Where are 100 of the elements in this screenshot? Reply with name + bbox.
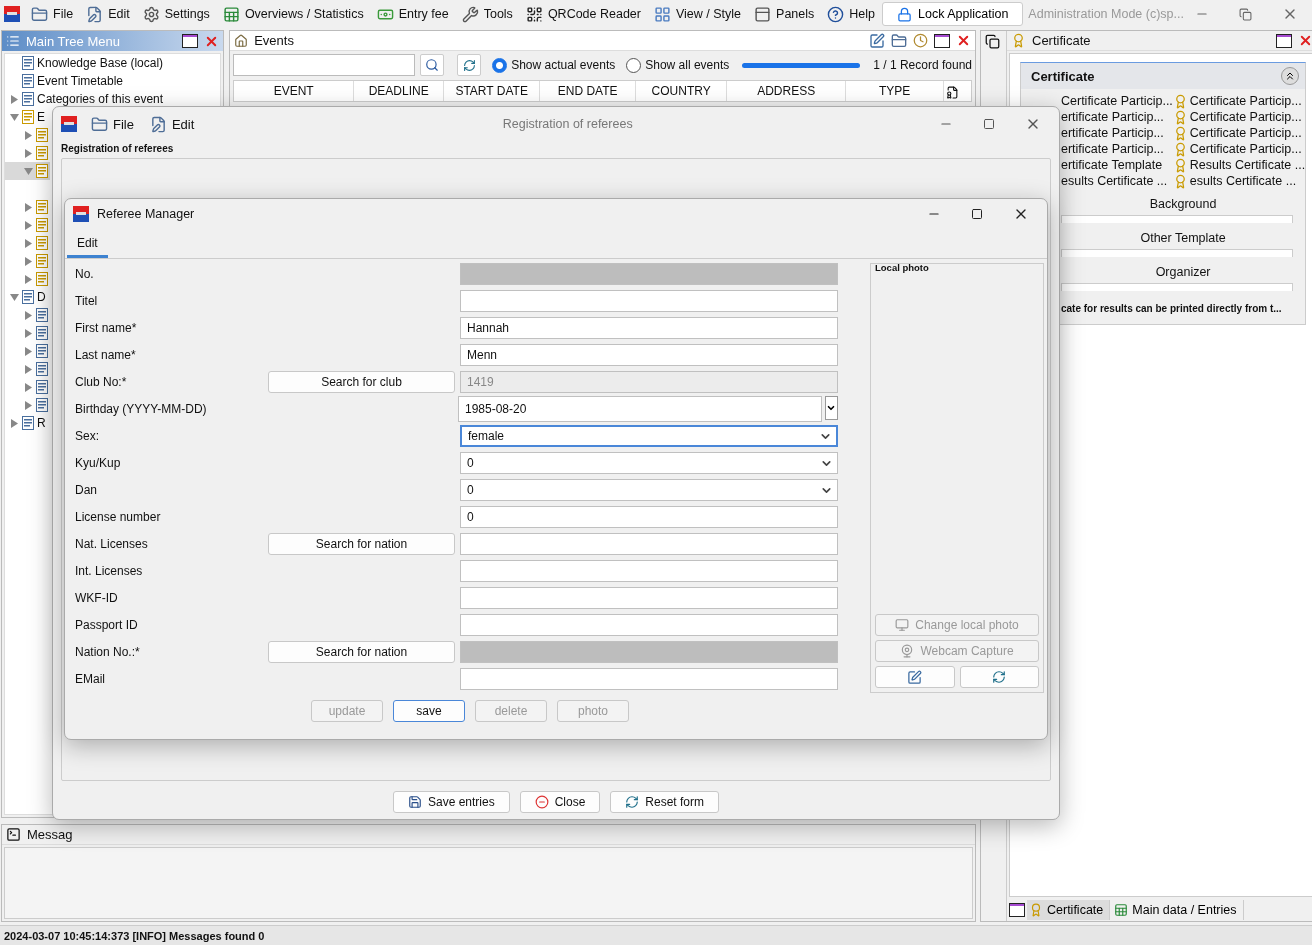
search-button[interactable]: Search for nation: [268, 641, 455, 663]
template-field[interactable]: [1061, 249, 1294, 257]
column-header[interactable]: ADDRESS: [727, 81, 847, 101]
menu-item[interactable]: File: [89, 115, 136, 133]
tree-item[interactable]: Categories of this event: [5, 90, 166, 108]
collapsed-arrow-icon[interactable]: [23, 346, 33, 356]
maximize-icon[interactable]: [1276, 33, 1293, 48]
select-field[interactable]: female: [460, 425, 838, 447]
template-item[interactable]: Certificate Particip...: [1061, 93, 1173, 109]
collapsed-arrow-icon[interactable]: [23, 382, 33, 392]
radio-icon[interactable]: [626, 57, 642, 73]
maximize-icon[interactable]: [1009, 903, 1025, 917]
expanded-arrow-icon[interactable]: [23, 166, 33, 176]
template-item[interactable]: ertificate Particip...: [1061, 109, 1173, 125]
column-header[interactable]: DEADLINE: [354, 81, 445, 101]
maximize-icon[interactable]: [934, 33, 950, 48]
maximize-icon[interactable]: [971, 208, 983, 220]
template-item[interactable]: esults Certificate ...: [1172, 173, 1306, 189]
collapsed-arrow-icon[interactable]: [23, 238, 33, 248]
radio-option[interactable]: Show actual events: [492, 57, 616, 73]
collapsed-arrow-icon[interactable]: [23, 310, 33, 320]
collapsed-arrow-icon[interactable]: [9, 418, 19, 428]
collapse-button[interactable]: [1281, 67, 1300, 85]
collapsed-arrow-icon[interactable]: [23, 274, 33, 284]
column-header[interactable]: COUNTRY: [636, 81, 728, 101]
menu-item[interactable]: Help: [825, 5, 877, 23]
tree-item[interactable]: [5, 162, 50, 180]
date-dropdown-button[interactable]: [824, 396, 838, 420]
select-field[interactable]: 0: [460, 452, 838, 474]
column-header[interactable]: EVENT: [234, 81, 355, 101]
edit-icon[interactable]: [869, 32, 885, 49]
search-button[interactable]: Search for nation: [268, 533, 455, 555]
collapsed-arrow-icon[interactable]: [23, 328, 33, 338]
collapsed-arrow-icon[interactable]: [23, 364, 33, 374]
collapsed-arrow-icon[interactable]: [23, 202, 33, 212]
search-button[interactable]: [420, 54, 445, 76]
text-field[interactable]: [460, 290, 838, 312]
folder-icon[interactable]: [891, 32, 907, 49]
text-field[interactable]: [460, 614, 838, 636]
menu-item[interactable]: Tools: [459, 5, 515, 23]
save-button[interactable]: save: [393, 700, 465, 722]
text-field[interactable]: 0: [460, 506, 838, 528]
text-field[interactable]: [460, 533, 838, 555]
search-field[interactable]: [233, 54, 416, 76]
tree-item[interactable]: E: [5, 108, 47, 126]
save-entries-button[interactable]: Save entries: [392, 791, 510, 813]
collapsed-arrow-icon[interactable]: [23, 148, 33, 158]
tree-item[interactable]: Knowledge Base (local): [5, 54, 166, 72]
tree-item[interactable]: Event Timetable: [5, 72, 126, 90]
select-field[interactable]: 0: [460, 479, 838, 501]
panel-tab[interactable]: Main data / Entries: [1112, 900, 1244, 920]
template-item[interactable]: ertificate Particip...: [1061, 125, 1173, 141]
close-button[interactable]: Close: [519, 791, 601, 813]
collapsed-arrow-icon[interactable]: [23, 256, 33, 266]
menu-item[interactable]: File: [29, 5, 76, 23]
collapsed-arrow-icon[interactable]: [23, 130, 33, 140]
text-field[interactable]: [460, 668, 838, 690]
expanded-arrow-icon[interactable]: [9, 112, 19, 122]
template-item[interactable]: Certificate Particip...: [1172, 141, 1306, 157]
menu-item[interactable]: QRCode Reader: [523, 5, 643, 23]
template-item[interactable]: esults Certificate ...: [1061, 173, 1173, 189]
column-header[interactable]: START DATE: [444, 81, 541, 101]
menu-item[interactable]: Settings: [140, 5, 212, 23]
edit-photo-button[interactable]: [875, 666, 955, 688]
date-field[interactable]: 1985-08-20: [458, 396, 822, 422]
text-field[interactable]: Menn: [460, 344, 838, 366]
expanded-arrow-icon[interactable]: [9, 292, 19, 302]
maximize-icon[interactable]: [182, 34, 199, 48]
refresh-button[interactable]: [457, 54, 482, 76]
text-field[interactable]: Hannah: [460, 317, 838, 339]
template-item[interactable]: Certificate Particip...: [1172, 93, 1306, 109]
radio-icon[interactable]: [492, 57, 508, 73]
template-item[interactable]: Certificate Particip...: [1172, 125, 1306, 141]
template-item[interactable]: Results Certificate ...: [1172, 157, 1306, 173]
refresh-button[interactable]: [959, 666, 1039, 688]
panel-tab[interactable]: Certificate: [1027, 900, 1111, 920]
column-header[interactable]: TYPE: [846, 81, 945, 101]
column-menu-icon[interactable]: [946, 86, 960, 99]
tree-item[interactable]: R: [5, 414, 48, 432]
menu-item[interactable]: Edit: [84, 5, 132, 23]
clock-icon[interactable]: [913, 33, 928, 48]
collapsed-arrow-icon[interactable]: [23, 400, 33, 410]
template-field[interactable]: [1061, 215, 1294, 223]
text-field[interactable]: [460, 560, 838, 582]
menu-item[interactable]: Panels: [752, 5, 817, 23]
collapsed-arrow-icon[interactable]: [23, 220, 33, 230]
column-header[interactable]: END DATE: [540, 81, 637, 101]
menu-item[interactable]: Entry fee: [374, 5, 451, 23]
restore-icon[interactable]: [1239, 7, 1252, 21]
template-field[interactable]: [1061, 283, 1294, 291]
collapsed-arrow-icon[interactable]: [9, 94, 19, 104]
text-field[interactable]: [460, 587, 838, 609]
search-button[interactable]: Search for club: [268, 371, 455, 393]
reset-form-button[interactable]: Reset form: [610, 791, 720, 813]
tree-item[interactable]: D: [5, 288, 48, 306]
template-item[interactable]: ertificate Template: [1061, 157, 1173, 173]
radio-option[interactable]: Show all events: [626, 57, 730, 73]
template-item[interactable]: Certificate Particip...: [1172, 109, 1306, 125]
menu-item[interactable]: Overviews / Statistics: [220, 5, 366, 23]
template-item[interactable]: ertificate Particip...: [1061, 141, 1173, 157]
